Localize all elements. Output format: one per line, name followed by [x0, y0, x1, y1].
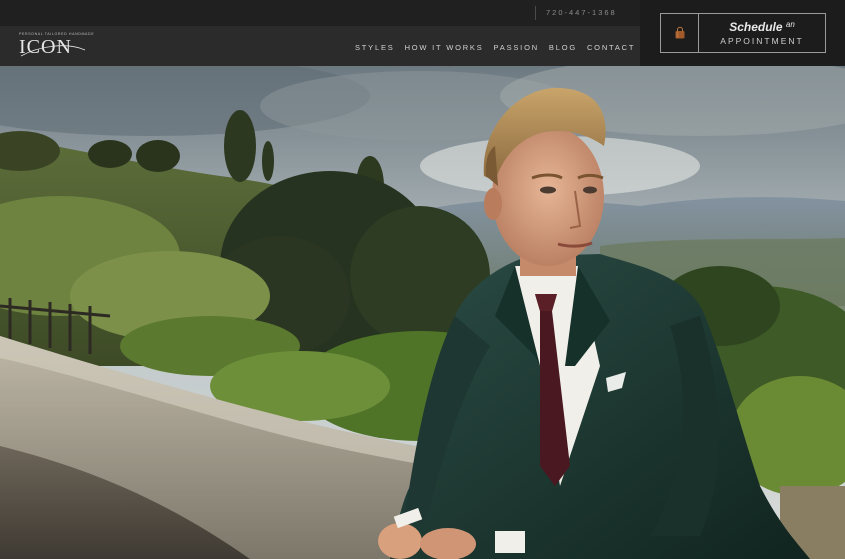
appointment-text: Schedule an APPOINTMENT [699, 14, 825, 52]
shopping-bag-icon [675, 26, 684, 39]
appointment-an-label: an [785, 20, 795, 29]
phone-divider [535, 6, 536, 20]
top-bar: 720-447-1368 [0, 0, 640, 26]
nav-item-styles[interactable]: STYLES [355, 43, 395, 52]
nav-item-blog[interactable]: BLOG [549, 43, 577, 52]
appointment-line2: APPOINTMENT [720, 36, 804, 46]
hero-image [0, 66, 845, 559]
logo-swoosh-icon [20, 45, 86, 57]
main-nav: STYLES HOW IT WORKS PASSION BLOG CONTACT [355, 43, 635, 52]
site-header: 720-447-1368 PERSONAL TAILORED HANDMADE … [0, 0, 845, 66]
appointment-schedule-label: Schedule [729, 20, 783, 34]
schedule-appointment-button[interactable]: Schedule an APPOINTMENT [660, 13, 826, 53]
nav-item-how-it-works[interactable]: HOW IT WORKS [405, 43, 484, 52]
hero-photo-man-in-suit [0, 66, 845, 559]
appointment-icon-box [661, 14, 699, 52]
appointment-panel: Schedule an APPOINTMENT [640, 0, 845, 66]
phone-number-link[interactable]: 720-447-1368 [546, 8, 617, 17]
nav-item-contact[interactable]: CONTACT [587, 43, 635, 52]
nav-item-passion[interactable]: PASSION [494, 43, 539, 52]
icon-logo[interactable]: PERSONAL TAILORED HANDMADE ICON [19, 32, 94, 60]
appointment-line1: Schedule an [699, 20, 825, 34]
